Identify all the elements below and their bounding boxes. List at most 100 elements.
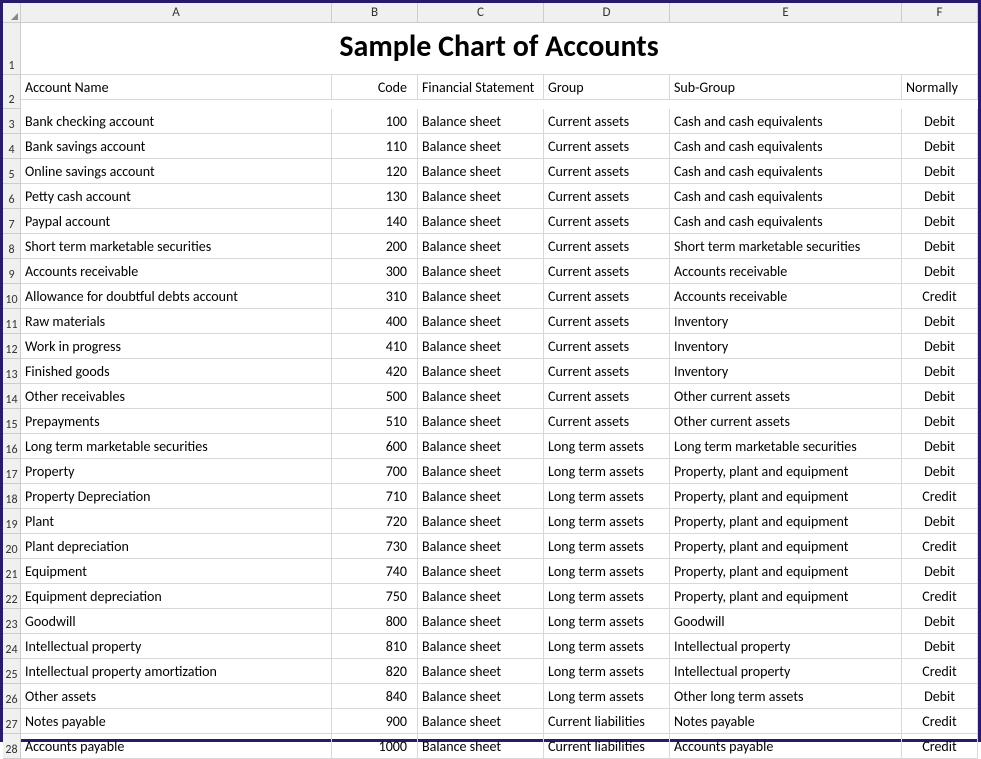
cell-c-18[interactable]: Balance sheet [418,484,544,509]
cell-c-12[interactable]: Balance sheet [418,334,544,359]
cell-c-21[interactable]: Balance sheet [418,559,544,584]
select-all-corner[interactable] [3,3,21,23]
cell-e-14[interactable]: Other current assets [670,384,902,409]
row-head-26[interactable]: 26 [3,684,21,709]
cell-f-12[interactable]: Debit [902,334,978,359]
cell-c-22[interactable]: Balance sheet [418,584,544,609]
cell-b-18[interactable]: 710 [332,484,418,509]
cell-d-12[interactable]: Current assets [544,334,670,359]
cell-d-28[interactable]: Current liabilities [544,734,670,759]
cell-e-9[interactable]: Accounts receivable [670,259,902,284]
cell-d-6[interactable]: Current assets [544,184,670,209]
cell-d-11[interactable]: Current assets [544,309,670,334]
cell-e-13[interactable]: Inventory [670,359,902,384]
cell-c-6[interactable]: Balance sheet [418,184,544,209]
cell-f-8[interactable]: Debit [902,234,978,259]
cell-a-7[interactable]: Paypal account [21,209,332,234]
cell-e-15[interactable]: Other current assets [670,409,902,434]
cell-a-18[interactable]: Property Depreciation [21,484,332,509]
cell-f-27[interactable]: Credit [902,709,978,734]
row-head-12[interactable]: 12 [3,334,21,359]
cell-a-22[interactable]: Equipment depreciation [21,584,332,609]
cell-a-26[interactable]: Other assets [21,684,332,709]
row-head-22[interactable]: 22 [3,584,21,609]
cell-b-15[interactable]: 510 [332,409,418,434]
cell-c-14[interactable]: Balance sheet [418,384,544,409]
cell-e-7[interactable]: Cash and cash equivalents [670,209,902,234]
cell-a-24[interactable]: Intellectual property [21,634,332,659]
cell-a-12[interactable]: Work in progress [21,334,332,359]
row-head-19[interactable]: 19 [3,509,21,534]
col-head-f[interactable]: F [902,3,978,23]
row-head-7[interactable]: 7 [3,209,21,234]
cell-a-6[interactable]: Petty cash account [21,184,332,209]
cell-a-21[interactable]: Equipment [21,559,332,584]
cell-f-20[interactable]: Credit [902,534,978,559]
col-head-e[interactable]: E [670,3,902,23]
cell-c-15[interactable]: Balance sheet [418,409,544,434]
cell-f-24[interactable]: Debit [902,634,978,659]
cell-b-3[interactable]: 100 [332,109,418,134]
cell-b-24[interactable]: 810 [332,634,418,659]
cell-f-7[interactable]: Debit [902,209,978,234]
row-head-11[interactable]: 11 [3,309,21,334]
cell-d-16[interactable]: Long term assets [544,434,670,459]
cell-a-11[interactable]: Raw materials [21,309,332,334]
cell-d-26[interactable]: Long term assets [544,684,670,709]
cell-a-23[interactable]: Goodwill [21,609,332,634]
cell-f-4[interactable]: Debit [902,134,978,159]
cell-c-24[interactable]: Balance sheet [418,634,544,659]
row-head-21[interactable]: 21 [3,559,21,584]
row-head-10[interactable]: 10 [3,284,21,309]
row-head-24[interactable]: 24 [3,634,21,659]
cell-b-12[interactable]: 410 [332,334,418,359]
cell-c-13[interactable]: Balance sheet [418,359,544,384]
cell-a-13[interactable]: Finished goods [21,359,332,384]
cell-a-16[interactable]: Long term marketable securities [21,434,332,459]
row-head-16[interactable]: 16 [3,434,21,459]
cell-e-3[interactable]: Cash and cash equivalents [670,109,902,134]
row-head-4[interactable]: 4 [3,134,21,159]
header-account-name[interactable]: Account Name [21,75,332,100]
cell-c-8[interactable]: Balance sheet [418,234,544,259]
cell-a-3[interactable]: Bank checking account [21,109,332,134]
cell-c-3[interactable]: Balance sheet [418,109,544,134]
cell-a-5[interactable]: Online savings account [21,159,332,184]
cell-b-14[interactable]: 500 [332,384,418,409]
cell-a-9[interactable]: Accounts receivable [21,259,332,284]
row-head-18[interactable]: 18 [3,484,21,509]
cell-b-16[interactable]: 600 [332,434,418,459]
cell-e-20[interactable]: Property, plant and equipment [670,534,902,559]
cell-e-22[interactable]: Property, plant and equipment [670,584,902,609]
header-group[interactable]: Group [544,75,670,100]
cell-c-26[interactable]: Balance sheet [418,684,544,709]
cell-a-28[interactable]: Accounts payable [21,734,332,759]
cell-f-25[interactable]: Credit [902,659,978,684]
cell-f-26[interactable]: Debit [902,684,978,709]
cell-a-19[interactable]: Plant [21,509,332,534]
row-head-1[interactable]: 1 [3,23,21,75]
cell-d-17[interactable]: Long term assets [544,459,670,484]
cell-e-16[interactable]: Long term marketable securities [670,434,902,459]
cell-a-20[interactable]: Plant depreciation [21,534,332,559]
cell-a-17[interactable]: Property [21,459,332,484]
row-head-23[interactable]: 23 [3,609,21,634]
cell-c-5[interactable]: Balance sheet [418,159,544,184]
row-head-13[interactable]: 13 [3,359,21,384]
row-head-25[interactable]: 25 [3,659,21,684]
cell-c-4[interactable]: Balance sheet [418,134,544,159]
cell-f-21[interactable]: Debit [902,559,978,584]
cell-a-8[interactable]: Short term marketable securities [21,234,332,259]
cell-e-23[interactable]: Goodwill [670,609,902,634]
cell-e-18[interactable]: Property, plant and equipment [670,484,902,509]
row-head-27[interactable]: 27 [3,709,21,734]
cell-b-17[interactable]: 700 [332,459,418,484]
row-head-28[interactable]: 28 [3,734,21,759]
cell-d-15[interactable]: Current assets [544,409,670,434]
cell-a-14[interactable]: Other receivables [21,384,332,409]
cell-d-14[interactable]: Current assets [544,384,670,409]
row-head-5[interactable]: 5 [3,159,21,184]
cell-f-16[interactable]: Debit [902,434,978,459]
cell-b-4[interactable]: 110 [332,134,418,159]
cell-d-21[interactable]: Long term assets [544,559,670,584]
